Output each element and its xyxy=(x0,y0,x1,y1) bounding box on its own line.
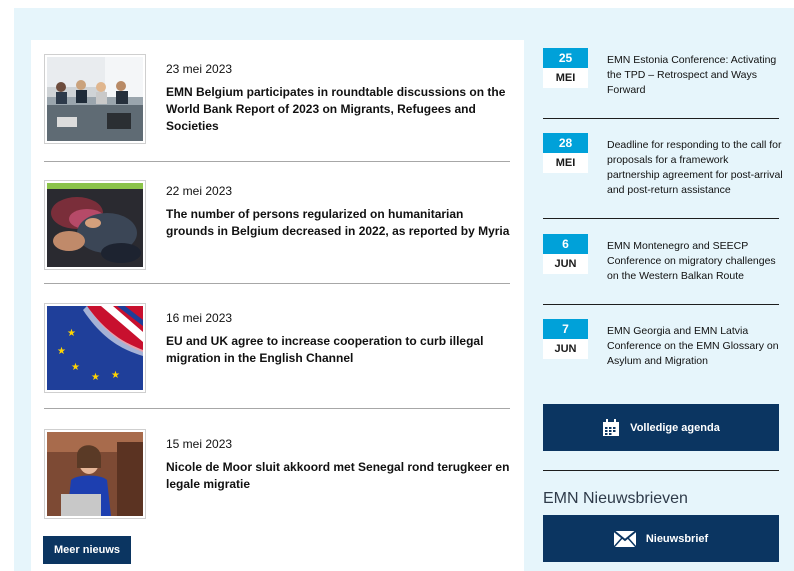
event-date-badge: 6 JUN xyxy=(543,234,588,274)
calendar-icon xyxy=(603,418,620,436)
event-title-link[interactable]: EMN Montenegro and SEECP Conference on m… xyxy=(607,239,783,284)
event-date-badge: 7 JUN xyxy=(543,319,588,359)
newsletter-label: Nieuwsbrief xyxy=(645,532,709,545)
conference-room-photo xyxy=(47,57,143,141)
eu-uk-flags-photo: ★ ★ ★ ★ ★ xyxy=(47,306,143,390)
agenda-event[interactable]: 28 MEI Deadline for responding to the ca… xyxy=(543,119,783,219)
news-thumbnail[interactable] xyxy=(44,54,146,144)
event-month: JUN xyxy=(543,254,588,274)
news-title-link[interactable]: EU and UK agree to increase cooperation … xyxy=(166,333,512,367)
event-month: MEI xyxy=(543,68,588,88)
svg-text:★: ★ xyxy=(91,372,100,383)
speaker-podium-photo xyxy=(47,432,143,516)
news-item: 23 mei 2023 EMN Belgium participates in … xyxy=(44,40,510,162)
news-date: 23 mei 2023 xyxy=(166,62,233,76)
event-day: 6 xyxy=(543,234,588,254)
event-title-link[interactable]: Deadline for responding to the call for … xyxy=(607,138,783,198)
event-month: JUN xyxy=(543,339,588,359)
svg-text:★: ★ xyxy=(111,370,120,381)
agenda-event[interactable]: 7 JUN EMN Georgia and EMN Latvia Confere… xyxy=(543,305,779,393)
event-date-badge: 28 MEI xyxy=(543,133,588,173)
svg-text:★: ★ xyxy=(67,328,76,339)
svg-text:★: ★ xyxy=(57,346,66,357)
full-agenda-button[interactable]: Volledige agenda xyxy=(543,404,779,451)
news-thumbnail[interactable] xyxy=(44,429,146,519)
news-title-link[interactable]: EMN Belgium participates in roundtable d… xyxy=(166,84,512,135)
event-month: MEI xyxy=(543,153,588,173)
svg-text:★: ★ xyxy=(71,362,80,373)
news-title-link[interactable]: Nicole de Moor sluit akkoord met Senegal… xyxy=(166,459,512,493)
hands-fabric-photo xyxy=(47,183,143,267)
news-thumbnail[interactable] xyxy=(44,180,146,270)
full-agenda-label: Volledige agenda xyxy=(630,421,720,434)
agenda-event[interactable]: 6 JUN EMN Montenegro and SEECP Conferenc… xyxy=(543,219,779,305)
divider xyxy=(543,470,779,471)
event-day: 7 xyxy=(543,319,588,339)
news-item: ★ ★ ★ ★ ★ 16 mei 2023 EU and UK agree to… xyxy=(44,287,510,409)
news-date: 22 mei 2023 xyxy=(166,184,233,198)
event-day: 28 xyxy=(543,133,588,153)
event-date-badge: 25 MEI xyxy=(543,48,588,88)
news-column: 23 mei 2023 EMN Belgium participates in … xyxy=(31,40,524,571)
more-news-button[interactable]: Meer nieuws xyxy=(43,536,131,564)
news-date: 15 mei 2023 xyxy=(166,437,233,451)
event-day: 25 xyxy=(543,48,588,68)
news-title-link[interactable]: The number of persons regularized on hum… xyxy=(166,206,512,240)
news-date: 16 mei 2023 xyxy=(166,311,233,325)
news-thumbnail[interactable]: ★ ★ ★ ★ ★ xyxy=(44,303,146,393)
newsletters-heading: EMN Nieuwsbrieven xyxy=(543,490,688,507)
news-item: 22 mei 2023 The number of persons regula… xyxy=(44,162,510,284)
news-item: 15 mei 2023 Nicole de Moor sluit akkoord… xyxy=(44,411,510,533)
event-title-link[interactable]: EMN Estonia Conference: Activating the T… xyxy=(607,53,783,98)
newsletter-button[interactable]: Nieuwsbrief xyxy=(543,515,779,562)
agenda-event[interactable]: 25 MEI EMN Estonia Conference: Activatin… xyxy=(543,40,779,119)
envelope-icon xyxy=(613,530,636,547)
event-title-link[interactable]: EMN Georgia and EMN Latvia Conference on… xyxy=(607,324,783,369)
